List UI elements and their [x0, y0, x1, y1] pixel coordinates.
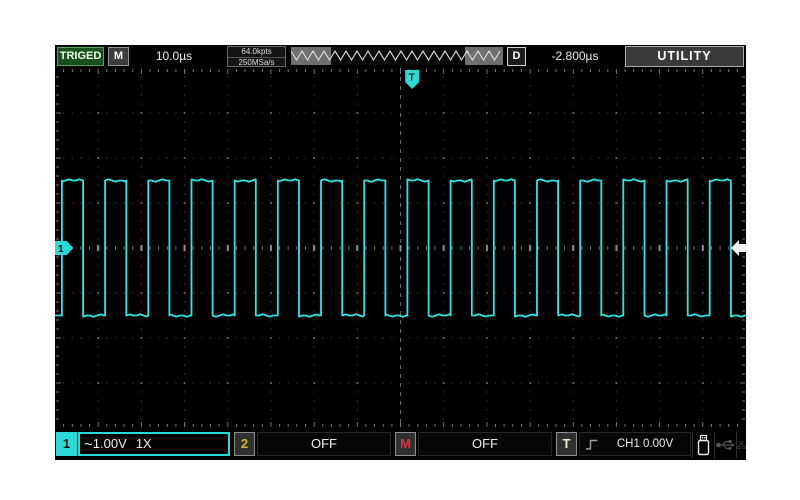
math-badge[interactable]: M	[395, 432, 416, 456]
ch2-status-box[interactable]: OFF	[257, 432, 391, 456]
bottom-status-bar: 1 ~1.00V 1X 2 OFF M OFF T CH1 0.00V	[55, 430, 746, 460]
trigger-status-badge: TRIGED	[57, 47, 104, 66]
trigger-delay-value[interactable]: -2.800µs	[531, 49, 619, 63]
delay-mode-badge: D	[507, 47, 526, 66]
svg-text:T: T	[409, 73, 415, 84]
waveform-display: 1T	[55, 68, 746, 428]
utility-button[interactable]: UTILITY	[625, 46, 744, 67]
ch1-scale: 1.00V	[93, 436, 127, 451]
ch1-settings-box[interactable]: ~1.00V 1X	[78, 432, 230, 456]
acquisition-info-box: 64.0kpts 250MSa/s	[227, 46, 286, 67]
rising-edge-icon	[585, 437, 600, 452]
usb-device-icon	[692, 432, 714, 458]
waveform-preview-strip[interactable]	[291, 47, 503, 65]
screenshot-page: TRIGED M 10.0µs 64.0kpts 250MSa/s D -2.8…	[0, 0, 800, 500]
timebase-mode-badge[interactable]: M	[108, 47, 129, 66]
ch1-probe: 1X	[136, 436, 152, 451]
math-status-box[interactable]: OFF	[418, 432, 552, 456]
trigger-badge[interactable]: T	[556, 432, 577, 456]
memory-depth: 64.0kpts	[228, 47, 285, 57]
oscilloscope-ui: TRIGED M 10.0µs 64.0kpts 250MSa/s D -2.8…	[55, 45, 746, 460]
sample-rate: 250MSa/s	[228, 57, 285, 67]
ch1-coupling-icon: ~	[84, 436, 93, 453]
usb-host-icon	[714, 432, 736, 458]
trigger-source-level: CH1 0.00V	[600, 438, 690, 450]
svg-text:1: 1	[58, 244, 64, 255]
ch2-number-badge[interactable]: 2	[234, 432, 255, 456]
preview-wave-icon	[291, 47, 503, 65]
lan-icon	[736, 432, 746, 458]
top-status-bar: TRIGED M 10.0µs 64.0kpts 250MSa/s D -2.8…	[55, 45, 746, 68]
scope-graticule: 1T	[55, 68, 746, 428]
ch1-number-badge[interactable]: 1	[56, 432, 77, 456]
timebase-value[interactable]: 10.0µs	[133, 49, 215, 63]
trigger-settings-box[interactable]: CH1 0.00V	[579, 432, 691, 456]
